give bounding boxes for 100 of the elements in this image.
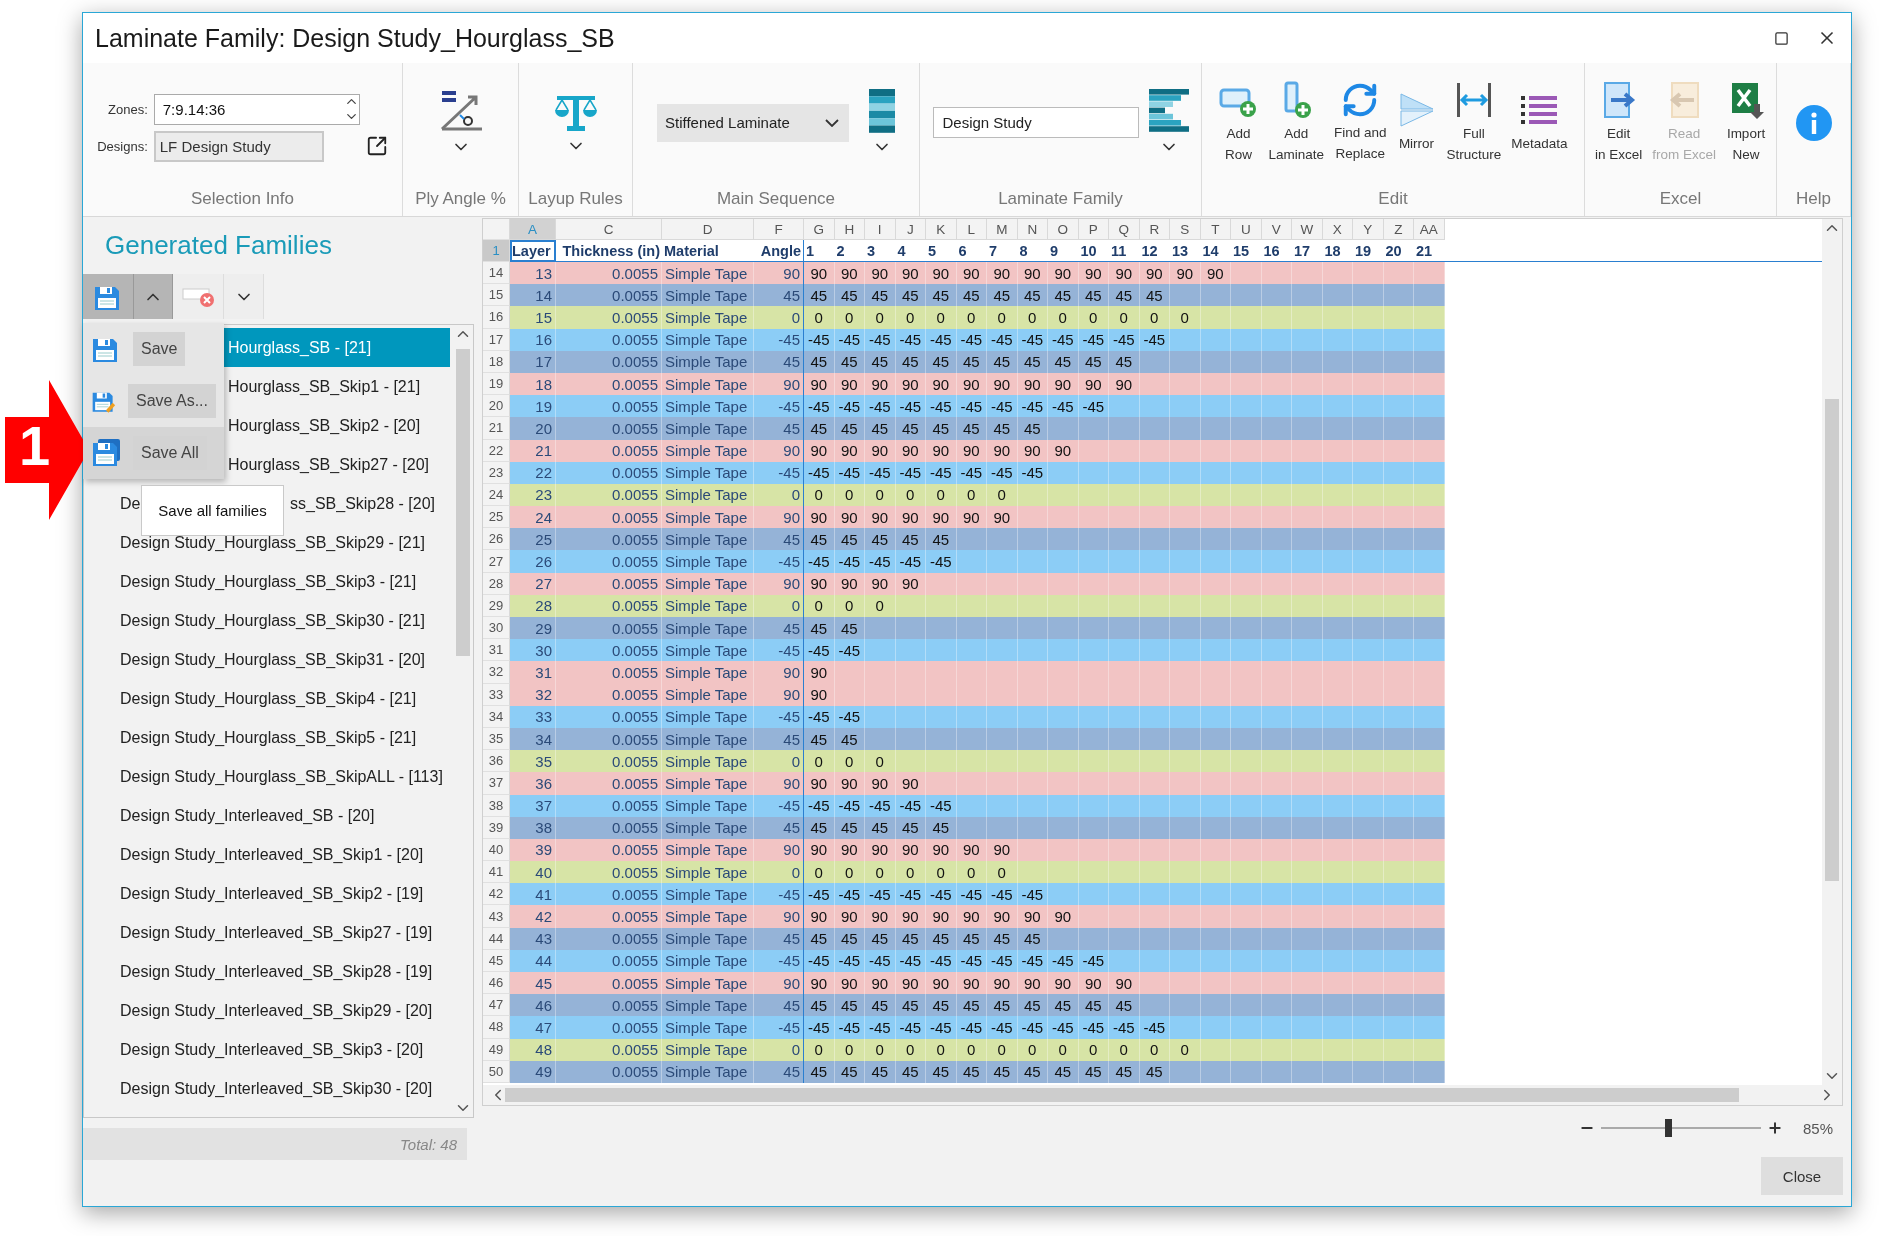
column-header[interactable]: W <box>1292 219 1323 240</box>
row-header[interactable]: 43 <box>483 905 510 928</box>
family-name-field[interactable]: Design Study <box>932 107 1139 138</box>
family-list-item[interactable]: Design Study_Hourglass_SB_Skip5 - [21] <box>84 718 450 757</box>
column-header[interactable]: L <box>956 219 987 240</box>
row-header[interactable]: 28 <box>483 572 510 595</box>
family-list-item[interactable]: Design Study_Hourglass_SB_Skip30 - [21] <box>84 601 450 640</box>
row-header[interactable]: 24 <box>483 483 510 507</box>
column-header[interactable]: U <box>1231 219 1262 240</box>
column-header[interactable]: O <box>1048 219 1079 240</box>
column-header[interactable]: J <box>895 219 926 240</box>
column-header[interactable]: F <box>754 219 804 240</box>
column-header[interactable]: N <box>1017 219 1048 240</box>
ribbon-button[interactable]: Add Laminate <box>1265 80 1327 165</box>
column-header[interactable]: AA <box>1414 219 1445 240</box>
row-header[interactable]: 32 <box>483 661 510 684</box>
ribbon-button[interactable]: Metadata <box>1508 90 1571 155</box>
external-link-icon[interactable] <box>365 135 388 157</box>
row-header[interactable]: 36 <box>483 750 510 773</box>
row-header[interactable]: 40 <box>483 838 510 862</box>
designs-field[interactable]: LF Design Study <box>153 130 324 162</box>
row-header[interactable]: 16 <box>483 306 510 329</box>
row-header[interactable]: 18 <box>483 350 510 373</box>
row-header[interactable]: 46 <box>483 972 510 995</box>
scrollbar[interactable] <box>1822 219 1842 1085</box>
row-header[interactable]: 35 <box>483 727 510 751</box>
ribbon-button[interactable]: Mirror <box>1393 90 1440 155</box>
ribbon-button[interactable]: Add Row <box>1215 80 1262 165</box>
row-header[interactable]: 33 <box>483 683 510 706</box>
column-header[interactable]: X <box>1322 219 1353 240</box>
column-header[interactable]: S <box>1170 219 1201 240</box>
row-header[interactable]: 21 <box>483 417 510 440</box>
save-button[interactable] <box>83 274 134 319</box>
row-header[interactable]: 48 <box>483 1016 510 1039</box>
zones-spinner[interactable]: 7:9.14:36 <box>153 93 360 125</box>
info-icon[interactable] <box>1794 103 1833 142</box>
family-list-item[interactable]: Design Study_Interleaved_SB_Skip30 - [20] <box>84 1069 450 1108</box>
close-button[interactable]: Close <box>1761 1157 1843 1195</box>
column-header[interactable]: G <box>804 219 835 240</box>
column-header[interactable]: K <box>926 219 957 240</box>
menu-toggle-button[interactable] <box>134 274 173 319</box>
family-list-item[interactable]: Design Study_Interleaved_SB_Skip27 - [19] <box>84 913 450 952</box>
row-header[interactable]: 44 <box>483 927 510 950</box>
sequence-dropdown[interactable]: Stiffened Laminate <box>657 103 849 142</box>
column-header[interactable]: Z <box>1383 219 1414 240</box>
table-cell: 45 <box>754 350 804 373</box>
row-header[interactable]: 14 <box>483 262 510 285</box>
row-header[interactable]: 42 <box>483 883 510 906</box>
row-header[interactable]: 49 <box>483 1038 510 1061</box>
row-header[interactable]: 38 <box>483 794 510 817</box>
column-header[interactable]: C <box>556 219 662 240</box>
column-header[interactable]: R <box>1139 219 1170 240</box>
family-list-item[interactable]: Design Study_Interleaved_SB_Skip1 - [20] <box>84 835 450 874</box>
row-header[interactable]: 31 <box>483 639 510 662</box>
row-header[interactable]: 45 <box>483 949 510 972</box>
family-list-item[interactable]: Design Study_Hourglass_SB_SkipALL - [113] <box>84 757 450 796</box>
row-header[interactable]: 25 <box>483 506 510 529</box>
column-header[interactable]: P <box>1078 219 1109 240</box>
clear-filter-button[interactable] <box>173 274 224 319</box>
family-list-item[interactable]: Design Study_Interleaved_SB_Skip3 - [20] <box>84 1030 450 1069</box>
menu-item[interactable]: Save As... <box>83 375 224 427</box>
row-header[interactable]: 39 <box>483 816 510 839</box>
ribbon-button[interactable]: Find and Replace <box>1330 81 1390 164</box>
row-header[interactable]: 23 <box>483 461 510 484</box>
ribbon-button[interactable]: Import New <box>1723 80 1769 165</box>
row-header[interactable]: 26 <box>483 528 510 551</box>
scrollbar[interactable] <box>483 1085 1842 1105</box>
row-header[interactable]: 34 <box>483 705 510 728</box>
row-header[interactable]: 22 <box>483 439 510 462</box>
family-list-item[interactable]: Design Study_Interleaved_SB_Skip2 - [19] <box>84 874 450 913</box>
row-header[interactable]: 50 <box>483 1060 510 1083</box>
column-header[interactable]: T <box>1200 219 1231 240</box>
row-header[interactable]: 29 <box>483 594 510 617</box>
row-header[interactable]: 41 <box>483 861 510 884</box>
family-list-item[interactable]: Design Study_Interleaved_SB - [20] <box>84 796 450 835</box>
family-list-item[interactable]: Design Study_Hourglass_SB_Skip4 - [21] <box>84 679 450 718</box>
family-list-item[interactable]: Design Study_Hourglass_SB_Skip31 - [20] <box>84 640 450 679</box>
row-header[interactable]: 17 <box>483 328 510 351</box>
column-header[interactable]: V <box>1261 219 1292 240</box>
family-list-item[interactable]: Design Study_Interleaved_SB_Skip28 - [19] <box>84 952 450 991</box>
menu-item[interactable]: Save All <box>83 427 224 479</box>
zoom-in-icon[interactable] <box>1766 1120 1783 1136</box>
column-header[interactable]: H <box>834 219 865 240</box>
row-header[interactable]: 37 <box>483 772 510 795</box>
row-header[interactable]: 15 <box>483 284 510 307</box>
column-header[interactable]: Q <box>1109 219 1140 240</box>
row-header[interactable]: 20 <box>483 395 510 418</box>
column-header[interactable]: D <box>662 219 754 240</box>
row-header[interactable]: 19 <box>483 372 510 396</box>
column-header[interactable]: M <box>987 219 1018 240</box>
ribbon-button[interactable]: Edit in Excel <box>1591 80 1646 165</box>
maximize-icon[interactable] <box>1774 30 1789 46</box>
family-list-item[interactable]: Design Study_Hourglass_SB_Skip3 - [21] <box>84 562 450 601</box>
row-header[interactable]: 47 <box>483 994 510 1017</box>
row-header[interactable]: 27 <box>483 550 510 573</box>
row-header[interactable]: 30 <box>483 617 510 640</box>
family-list-item[interactable]: Design Study_Interleaved_SB_Skip29 - [20] <box>84 991 450 1030</box>
column-header[interactable]: Y <box>1353 219 1384 240</box>
ribbon-button[interactable]: Full Structure <box>1443 80 1505 165</box>
column-header[interactable]: I <box>865 219 896 240</box>
